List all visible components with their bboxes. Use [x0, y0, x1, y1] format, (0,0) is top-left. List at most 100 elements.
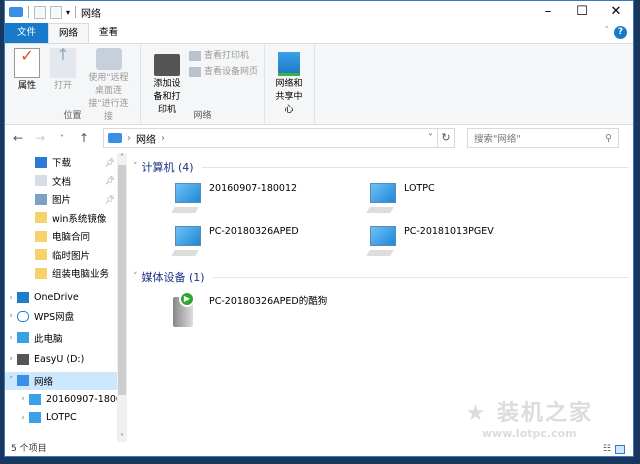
documents-icon: [35, 175, 47, 187]
customize-toolbar-chevron-icon[interactable]: ▾: [66, 8, 70, 17]
expand-chevron-icon[interactable]: ›: [17, 394, 29, 404]
expand-chevron-icon[interactable]: ˅: [5, 376, 17, 386]
printer-small-icon: [189, 51, 201, 61]
group-label-network: 网络: [193, 111, 212, 121]
nav-item[interactable]: › 20160907-1800: [5, 390, 127, 409]
network-device-item[interactable]: PC-20181013PGEV: [366, 224, 561, 267]
open-icon: ↑: [50, 47, 76, 78]
onedrive-icon: [17, 292, 29, 304]
nav-item[interactable]: 电脑合同: [5, 227, 127, 246]
breadcrumb-network[interactable]: 网络: [136, 131, 156, 146]
tab-file[interactable]: 文件: [5, 23, 49, 43]
status-bar: 5 个项目 ☷: [5, 442, 633, 456]
ribbon: ✓ 属性 ↑ 打开 使用"远程桌面连接"进行连接 位置 添加设备和打印机 查看打印机…: [5, 43, 633, 125]
collapse-ribbon-icon[interactable]: ˄: [605, 26, 610, 36]
expand-chevron-icon[interactable]: ›: [5, 293, 17, 303]
network-device-item[interactable]: ▶ PC-20180326APED的酷狗: [171, 291, 366, 334]
expand-chevron-icon[interactable]: ›: [5, 333, 17, 343]
nav-item[interactable]: ˅ 网络: [5, 371, 127, 390]
expand-chevron-icon[interactable]: ›: [5, 354, 17, 364]
group-network: 添加设备和打印机 查看打印机 查看设备网页 网络: [141, 44, 265, 124]
nav-item[interactable]: › EasyU (D:): [5, 350, 127, 369]
view-device-webpage-button[interactable]: 查看设备网页: [189, 64, 258, 80]
address-bar-row: ← → ˅ ↑ › 网络 › ˅ ↻ 搜索"网络" ⚲: [5, 125, 633, 151]
group-header[interactable]: ˅ 计算机 (4): [133, 157, 633, 177]
network-icon: [9, 7, 23, 17]
folder-icon: [35, 249, 47, 261]
navigation-pane: 下载 📌︎ 文档 📌︎ 图片 📌︎ win系统镜像 电脑合同 临时图片 组装电脑…: [5, 153, 127, 442]
title-bar: ▾ 网络 – ☐ ✕: [5, 1, 633, 23]
media-device-icon: ▶: [171, 291, 203, 327]
forward-button[interactable]: →: [33, 131, 47, 145]
expand-chevron-icon[interactable]: ›: [17, 413, 29, 423]
recent-chevron-icon[interactable]: ˅: [55, 134, 69, 143]
explorer-window: ▾ 网络 – ☐ ✕ 文件 网络 查看 ˄ ? ✓ 属性 ↑ 打开 使用"远程桌面连…: [4, 0, 634, 457]
download-icon: [35, 156, 47, 168]
computer-icon: [29, 412, 41, 424]
pin-icon: 📌︎: [104, 176, 115, 186]
pictures-icon: [35, 193, 47, 205]
nav-item[interactable]: › 此电脑: [5, 329, 127, 348]
view-printers-button[interactable]: 查看打印机: [189, 48, 258, 64]
remote-desktop-icon: [95, 48, 122, 70]
network-device-item[interactable]: 20160907-180012: [171, 181, 366, 224]
address-dropdown-icon[interactable]: ˅: [428, 133, 433, 144]
details-view-button[interactable]: ☷: [603, 442, 611, 456]
nav-scrollbar[interactable]: ˄ ˅: [117, 153, 127, 442]
nav-item[interactable]: › OneDrive: [5, 289, 127, 308]
network-device-item[interactable]: LOTPC: [366, 181, 561, 224]
item-count: 5 个项目: [11, 444, 47, 454]
folder-icon: [35, 212, 47, 224]
watermark: ★ 装机之家 www.lotpc.com: [465, 401, 593, 440]
search-input[interactable]: 搜索"网络" ⚲: [467, 128, 619, 148]
group-label-location: 位置: [63, 111, 82, 121]
group-sharing: 网络和共享中心: [265, 44, 315, 124]
nav-item[interactable]: 图片 📌︎: [5, 190, 127, 209]
nav-item[interactable]: › WPS网盘: [5, 307, 127, 326]
webpage-icon: [189, 67, 201, 77]
large-icons-view-button[interactable]: [615, 445, 625, 454]
network-sharing-center-button[interactable]: 网络和共享中心: [269, 48, 309, 124]
search-icon: ⚲: [605, 132, 612, 144]
network-icon: [17, 375, 29, 387]
nav-item[interactable]: 临时图片: [5, 246, 127, 265]
close-button[interactable]: ✕: [599, 1, 633, 23]
properties-icon: ✓: [14, 48, 40, 78]
pin-icon: 📌︎: [104, 194, 115, 204]
new-folder-quick-icon[interactable]: [50, 5, 62, 19]
nav-item[interactable]: 文档 📌︎: [5, 172, 127, 191]
drive-icon: [17, 353, 29, 365]
help-icon[interactable]: ?: [614, 26, 627, 39]
computer-icon: [29, 393, 41, 405]
group-location: ✓ 属性 ↑ 打开 使用"远程桌面连接"进行连接 位置: [5, 44, 141, 124]
tab-network[interactable]: 网络: [48, 23, 90, 43]
network-device-item[interactable]: PC-20180326APED: [171, 224, 366, 267]
wps-cloud-icon: [17, 310, 29, 322]
properties-quick-icon[interactable]: [34, 5, 46, 19]
group-header[interactable]: ˅ 媒体设备 (1): [133, 267, 633, 287]
printer-icon: [154, 54, 180, 76]
address-input[interactable]: › 网络 › ˅: [103, 128, 438, 148]
tab-view[interactable]: 查看: [89, 23, 128, 43]
nav-item[interactable]: win系统镜像: [5, 209, 127, 228]
folder-icon: [35, 230, 47, 242]
up-button[interactable]: ↑: [77, 131, 91, 145]
computer-icon: [171, 181, 203, 217]
network-icon: [108, 133, 122, 143]
scrollbar-thumb[interactable]: [118, 165, 126, 395]
maximize-button[interactable]: ☐: [565, 1, 599, 23]
computer-icon: [366, 181, 398, 217]
pin-icon: 📌︎: [104, 157, 115, 167]
nav-item[interactable]: 组装电脑业务: [5, 264, 127, 283]
window-title: 网络: [81, 8, 102, 20]
expand-chevron-icon[interactable]: ›: [5, 311, 17, 321]
back-button[interactable]: ←: [11, 131, 25, 145]
minimize-button[interactable]: –: [531, 1, 565, 23]
nav-item[interactable]: 下载 📌︎: [5, 153, 127, 172]
nav-item[interactable]: › LOTPC: [5, 409, 127, 428]
this-pc-icon: [17, 332, 29, 344]
ribbon-tabs: 文件 网络 查看 ˄ ?: [5, 23, 633, 43]
folder-icon: [35, 267, 47, 279]
refresh-button[interactable]: ↻: [437, 128, 455, 148]
computer-icon: [366, 224, 398, 260]
